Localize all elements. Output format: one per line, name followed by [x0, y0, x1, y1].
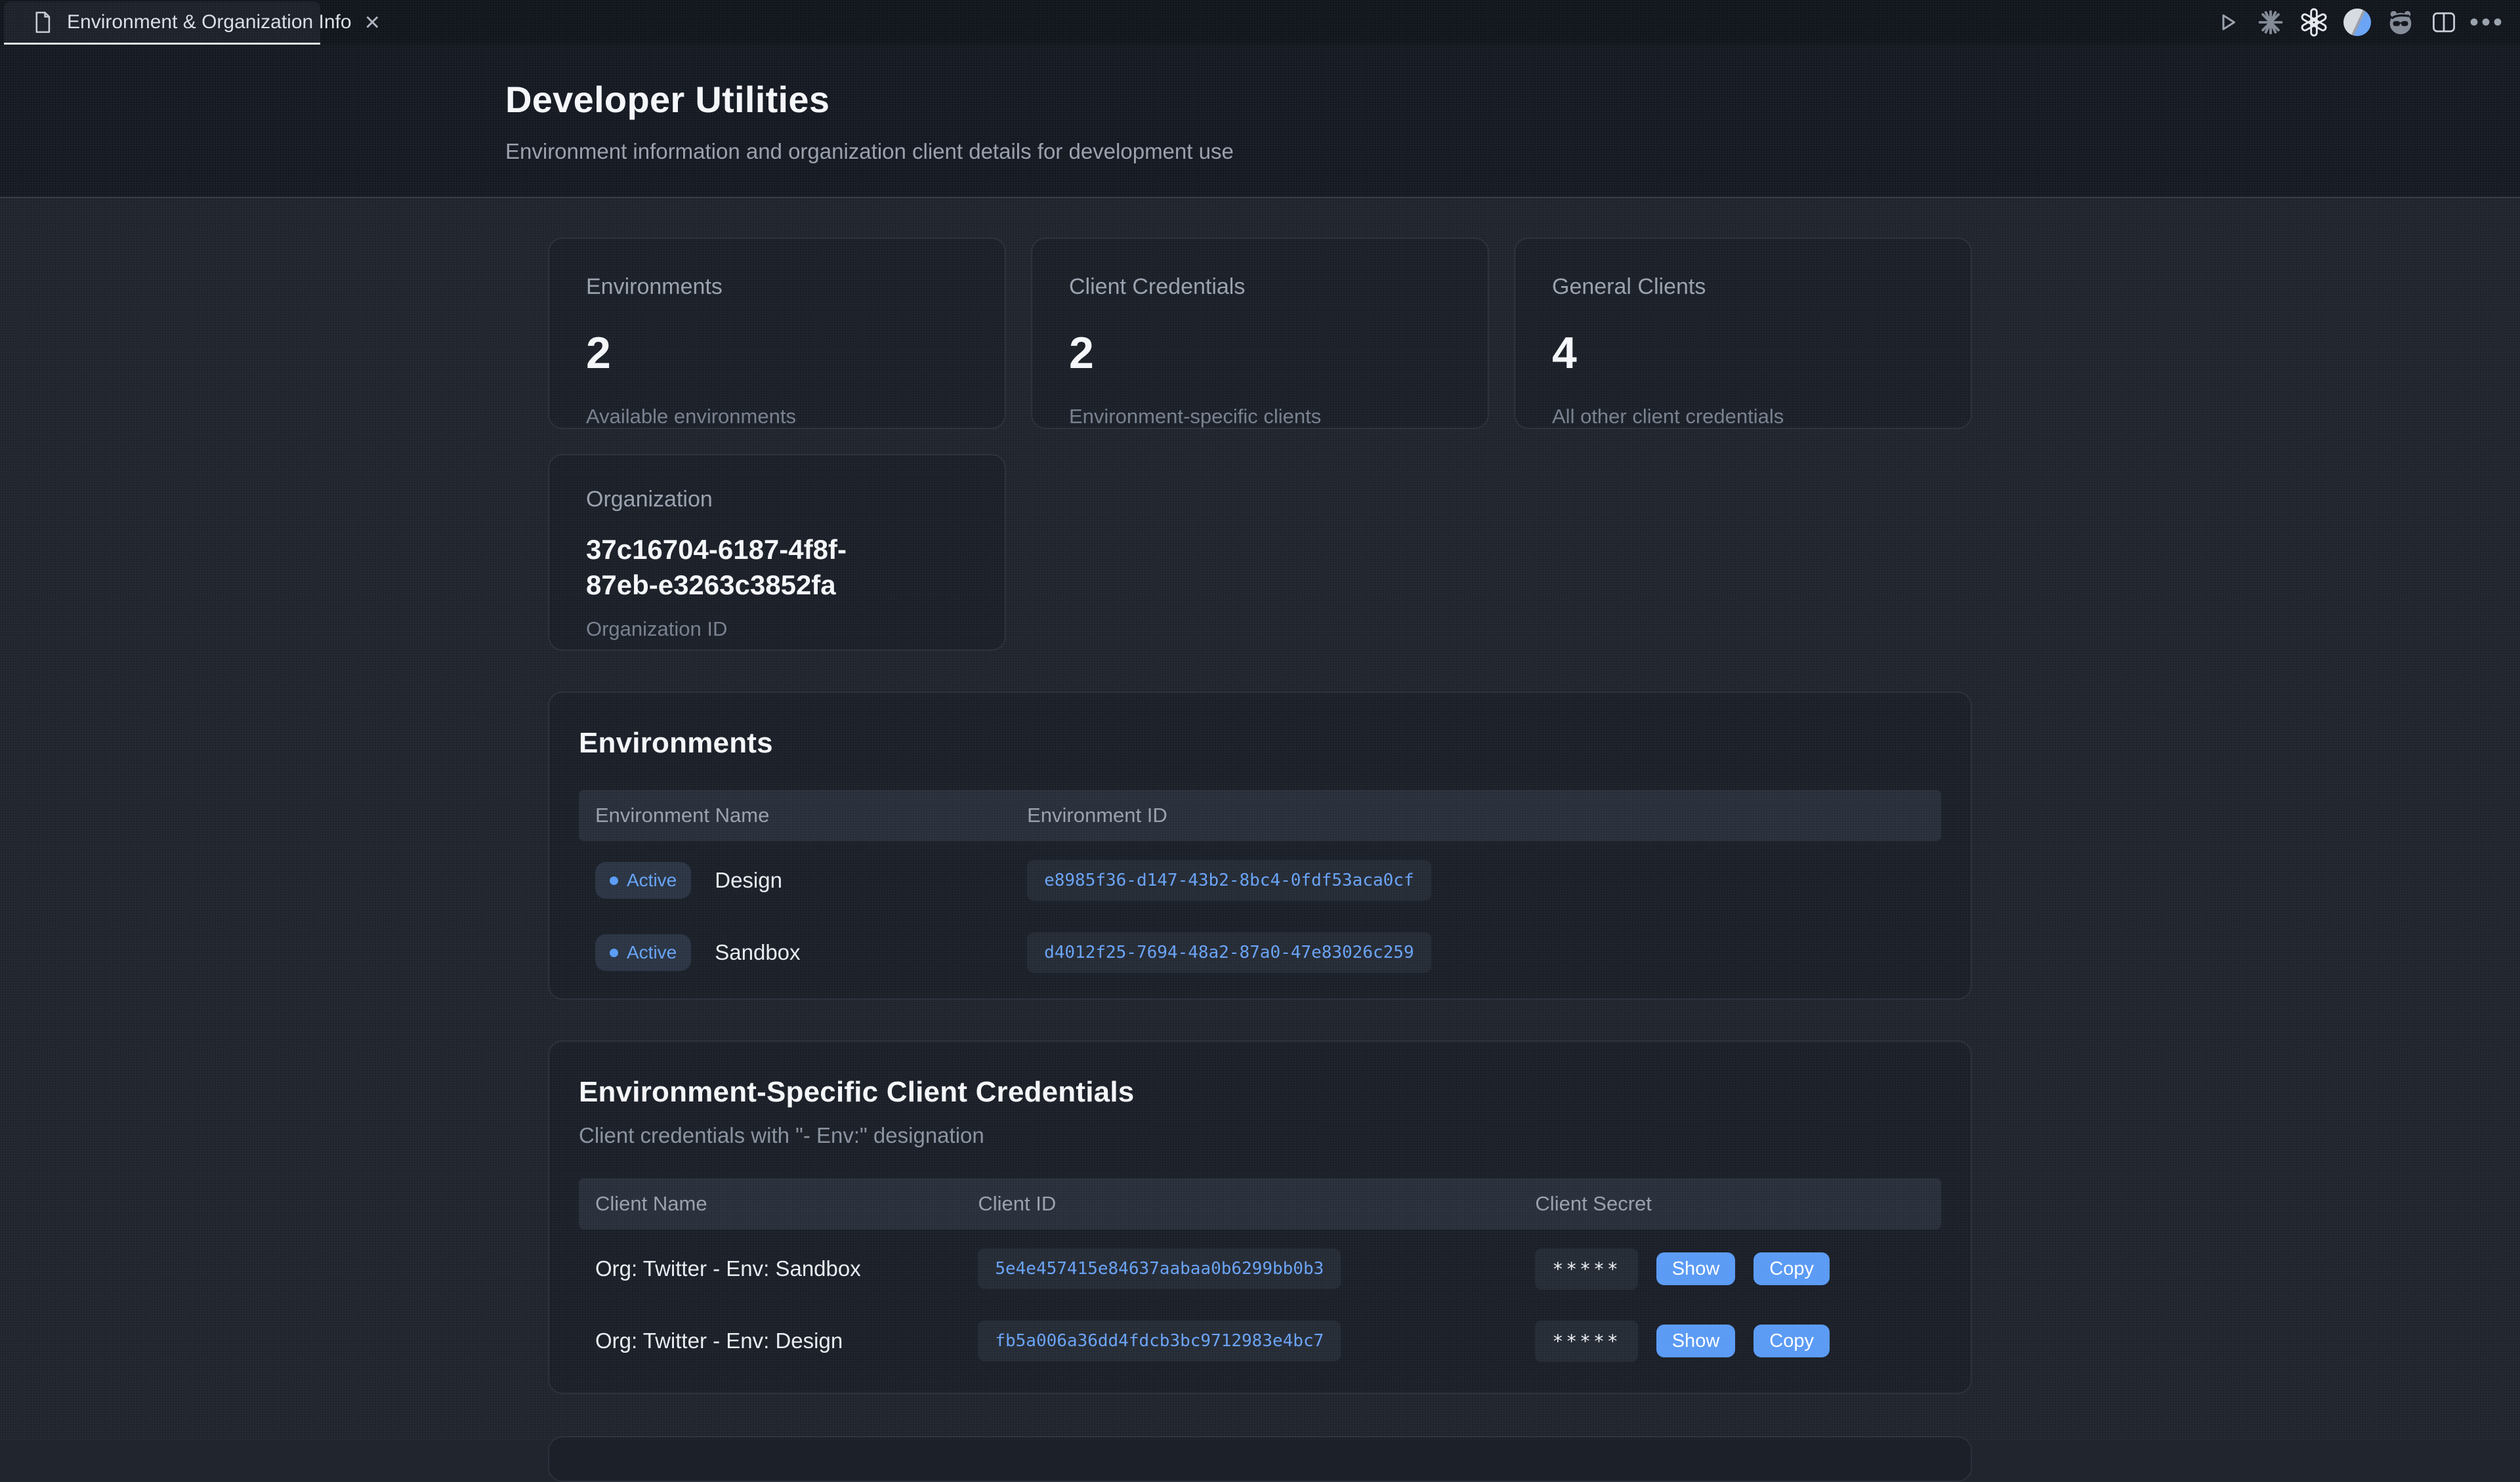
spark-button[interactable] [2252, 5, 2289, 39]
play-icon [2216, 10, 2239, 34]
openai-button[interactable] [2296, 5, 2332, 39]
stat-caption: Environment-specific clients [1069, 405, 1451, 428]
sphere-icon [2343, 9, 2371, 36]
stat-value: 4 [1552, 327, 1934, 379]
environment-name: Design [715, 868, 782, 893]
tab-environment-info[interactable]: Environment & Organization Info × [4, 1, 320, 45]
organization-label: Organization [586, 487, 968, 512]
run-button[interactable] [2209, 5, 2246, 39]
tab-close-icon[interactable]: × [365, 9, 380, 35]
client-secret-masked: ***** [1535, 1248, 1637, 1290]
copy-button[interactable]: Copy [1754, 1252, 1830, 1285]
status-dot-icon [610, 876, 618, 885]
split-view-icon [2429, 8, 2458, 37]
status-label: Active [627, 942, 677, 963]
stat-label: Client Credentials [1069, 274, 1451, 300]
stat-label: General Clients [1552, 274, 1934, 300]
status-badge: Active [595, 934, 691, 971]
env-credentials-subtitle: Client credentials with "- Env:" designa… [579, 1123, 1941, 1148]
environment-id-chip: d4012f25-7694-48a2-87a0-47e83026c259 [1027, 932, 1431, 973]
env-credentials-heading: Environment-Specific Client Credentials [579, 1076, 1941, 1109]
stat-label: Environments [586, 274, 968, 300]
stat-value: 2 [586, 327, 968, 379]
environments-section: Environments Environment Name Environmen… [548, 691, 1972, 1000]
page-subtitle: Environment information and organization… [505, 139, 2520, 164]
main-content: Environments 2 Available environments Cl… [548, 237, 1972, 1482]
show-button[interactable]: Show [1656, 1252, 1736, 1285]
status-badge: Active [595, 862, 691, 899]
stats-grid: Environments 2 Available environments Cl… [548, 237, 1972, 651]
page-title: Developer Utilities [505, 78, 2520, 121]
stat-card-general-clients: General Clients 4 All other client crede… [1514, 237, 1972, 429]
organization-card: Organization 37c16704-6187-4f8f-87eb-e32… [548, 454, 1006, 651]
bot-face-icon [2385, 7, 2416, 37]
organization-id: 37c16704-6187-4f8f-87eb-e3263c3852fa [586, 532, 914, 603]
ellipsis-icon: ••• [2469, 16, 2505, 29]
tab-bar: Environment & Organization Info × [0, 0, 2520, 45]
column-client-name: Client Name [579, 1192, 961, 1216]
credential-row: Org: Twitter - Env: Sandbox 5e4e457415e8… [579, 1236, 1941, 1302]
environments-heading: Environments [579, 727, 1941, 760]
client-id-chip: fb5a006a36dd4fdcb3bc9712983e4bc7 [978, 1321, 1341, 1361]
file-icon [32, 10, 54, 35]
column-environment-name: Environment Name [579, 804, 1011, 827]
client-name: Org: Twitter - Env: Sandbox [595, 1256, 861, 1281]
next-section-card [548, 1436, 1972, 1482]
page-header: Developer Utilities Environment informat… [0, 45, 2520, 198]
openai-icon [2299, 7, 2329, 37]
credential-row: Org: Twitter - Env: Design fb5a006a36dd4… [579, 1308, 1941, 1374]
column-environment-id: Environment ID [1011, 804, 1941, 827]
credentials-table-header: Client Name Client ID Client Secret [579, 1178, 1941, 1229]
window-toolbar: ••• [2209, 5, 2520, 45]
environment-row: Active Design e8985f36-d147-43b2-8bc4-0f… [579, 848, 1941, 913]
stat-card-client-credentials: Client Credentials 2 Environment-specifi… [1031, 237, 1489, 429]
more-button[interactable]: ••• [2469, 5, 2506, 39]
client-id-chip: 5e4e457415e84637aabaa0b6299bb0b3 [978, 1248, 1341, 1289]
environments-table-header: Environment Name Environment ID [579, 790, 1941, 841]
column-client-secret: Client Secret [1519, 1192, 1941, 1216]
organization-caption: Organization ID [586, 617, 968, 641]
client-secret-masked: ***** [1535, 1321, 1637, 1362]
env-credentials-section: Environment-Specific Client Credentials … [548, 1040, 1972, 1394]
copy-button[interactable]: Copy [1754, 1325, 1830, 1357]
tab-title: Environment & Organization Info [67, 11, 352, 33]
sphere-button[interactable] [2339, 5, 2376, 39]
stat-caption: All other client credentials [1552, 405, 1934, 428]
stat-caption: Available environments [586, 405, 968, 428]
environment-row: Active Sandbox d4012f25-7694-48a2-87a0-4… [579, 920, 1941, 985]
status-label: Active [627, 870, 677, 891]
stat-value: 2 [1069, 327, 1451, 379]
environment-id-chip: e8985f36-d147-43b2-8bc4-0fdf53aca0cf [1027, 860, 1431, 901]
bot-button[interactable] [2382, 5, 2419, 39]
column-client-id: Client ID [961, 1192, 1519, 1216]
stat-card-environments: Environments 2 Available environments [548, 237, 1006, 429]
split-view-button[interactable] [2426, 5, 2462, 39]
show-button[interactable]: Show [1656, 1325, 1736, 1357]
starburst-icon [2256, 8, 2285, 37]
client-name: Org: Twitter - Env: Design [595, 1328, 843, 1353]
status-dot-icon [610, 949, 618, 957]
environment-name: Sandbox [715, 940, 800, 965]
